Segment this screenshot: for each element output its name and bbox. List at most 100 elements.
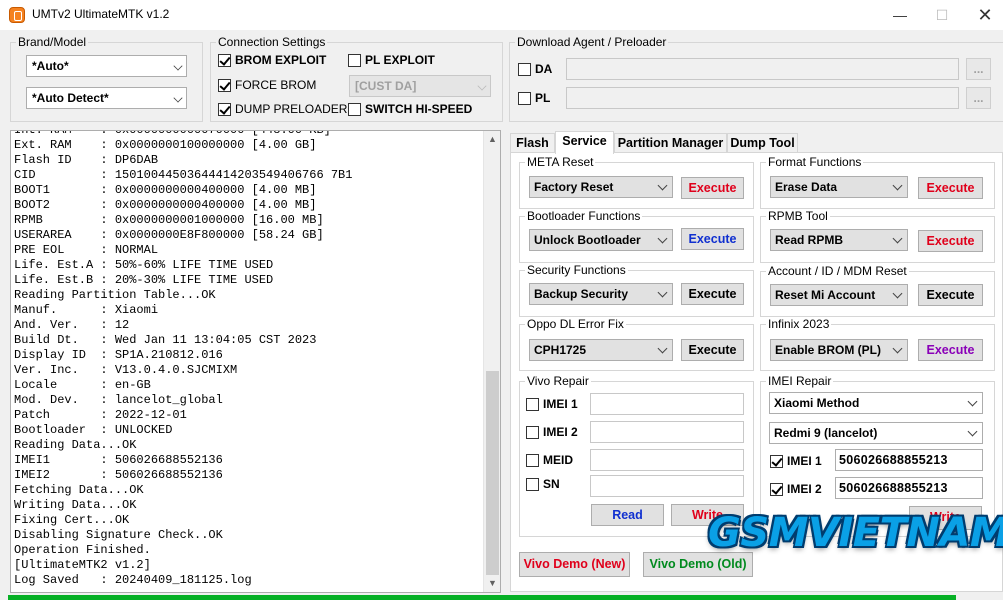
title-bar: UMTv2 UltimateMTK v1.2 — ☐ ✕ [0,0,1003,30]
imei1-input[interactable]: 506026688855213 [835,449,983,471]
chevron-down-icon [967,396,978,407]
maximize-button[interactable]: ☐ [920,0,964,30]
log-line: RPMB : 0x0000000001000000 [16.00 MB] [14,213,324,227]
log-line: Log Saved : 20240409_181125.log [14,573,252,587]
vivo-imei1-checkbox[interactable]: IMEI 1 [526,397,578,411]
log-line: Life. Est.B : 20%-30% LIFE TIME USED [14,273,274,287]
scroll-thumb[interactable] [486,371,499,575]
imei1-checkbox[interactable]: IMEI 1 [770,454,822,468]
rpmb-tool-select[interactable]: Read RPMB [770,229,908,251]
bootloader-execute-button[interactable]: Execute [681,228,744,250]
log-scrollbar[interactable]: ▲ ▼ [483,131,500,592]
vivo-demo-new-button[interactable]: Vivo Demo (New) [519,552,630,577]
vivo-imei1-label: IMEI 1 [543,397,578,411]
chevron-down-icon [173,93,183,103]
oppo-dl-execute-button[interactable]: Execute [681,339,744,361]
checkbox-box [518,62,531,76]
da-browse-button[interactable]: ... [966,58,991,80]
oppo-dl-title: Oppo DL Error Fix [525,317,626,331]
scroll-up-icon[interactable]: ▲ [484,131,500,148]
vivo-imei2-input[interactable] [590,421,744,443]
connection-settings-title: Connection Settings [216,35,328,49]
log-output[interactable]: Int. RAM : 0x0000000000070000 [448.00 KB… [10,130,501,593]
chevron-down-icon [967,426,978,437]
account-reset-select[interactable]: Reset Mi Account [770,284,908,306]
account-reset-execute-button[interactable]: Execute [918,284,983,306]
checkbox-box [770,454,783,468]
progress-bar [8,595,956,600]
imei-model-value: Redmi 9 (lancelot) [774,426,878,440]
minimize-button[interactable]: — [878,0,922,30]
log-line: Bootloader : UNLOCKED [14,423,173,437]
pl-path-field[interactable] [566,87,959,109]
bootloader-functions-select[interactable]: Unlock Bootloader [529,229,673,251]
vivo-imei1-input[interactable] [590,393,744,415]
da-label: DA [535,62,553,76]
pl-checkbox[interactable]: PL [518,91,550,105]
checkbox-box [526,477,539,491]
brand-select-value: *Auto* [32,59,69,73]
infinix-execute-button[interactable]: Execute [918,339,983,361]
log-text: Int. RAM : 0x0000000000070000 [448.00 KB… [14,130,352,588]
log-line: Writing Data...OK [14,498,137,512]
imei2-input[interactable]: 506026688855213 [835,477,983,499]
vivo-imei2-checkbox[interactable]: IMEI 2 [526,425,578,439]
vivo-meid-checkbox[interactable]: MEID [526,453,573,467]
imei-method-select[interactable]: Xiaomi Method [769,392,983,414]
tab-dump-tool[interactable]: Dump Tool [727,133,798,153]
vivo-sn-checkbox[interactable]: SN [526,477,560,491]
log-line: Int. RAM : 0x0000000000070000 [448.00 KB… [14,130,331,137]
rpmb-tool-title: RPMB Tool [766,209,830,223]
infinix-title: Infinix 2023 [766,317,832,331]
da-checkbox[interactable]: DA [518,62,552,76]
pl-label: PL [535,91,551,105]
log-line: [UltimateMTK2 v1.2] [14,558,151,572]
pl-exploit-checkbox[interactable]: PL EXPLOIT [348,53,435,67]
close-button[interactable]: ✕ [963,0,1003,30]
security-functions-select[interactable]: Backup Security [529,283,673,305]
dump-preloader-checkbox[interactable]: DUMP PRELOADER [218,102,347,116]
chevron-down-icon [657,180,668,191]
meta-reset-execute-button[interactable]: Execute [681,177,744,199]
switch-hispeed-label: SWITCH HI-SPEED [365,102,473,116]
chevron-down-icon [657,233,668,244]
model-select[interactable]: *Auto Detect* [26,87,187,109]
scroll-down-icon[interactable]: ▼ [484,575,500,592]
checkbox-box [526,453,539,467]
log-line: Flash ID : DP6DAB [14,153,159,167]
vivo-sn-input[interactable] [590,475,744,497]
switch-hispeed-checkbox[interactable]: SWITCH HI-SPEED [348,102,472,116]
format-functions-select[interactable]: Erase Data [770,176,908,198]
oppo-dl-select[interactable]: CPH1725 [529,339,673,361]
log-line: IMEI1 : 506026688552136 [14,453,223,467]
format-functions-execute-button[interactable]: Execute [918,177,983,199]
rpmb-tool-value: Read RPMB [775,233,844,247]
imei-model-select[interactable]: Redmi 9 (lancelot) [769,422,983,444]
da-path-field[interactable] [566,58,959,80]
imei2-checkbox[interactable]: IMEI 2 [770,482,822,496]
pl-browse-button[interactable]: ... [966,87,991,109]
security-execute-button[interactable]: Execute [681,283,744,305]
infinix-select[interactable]: Enable BROM (PL) [770,339,908,361]
meta-reset-value: Factory Reset [534,180,614,194]
checkbox-box [348,53,361,67]
brand-select[interactable]: *Auto* [26,55,187,77]
infinix-value: Enable BROM (PL) [775,343,882,357]
meta-reset-select[interactable]: Factory Reset [529,176,673,198]
force-brom-checkbox[interactable]: FORCE BROM [218,78,316,92]
vivo-meid-input[interactable] [590,449,744,471]
brom-exploit-checkbox[interactable]: BROM EXPLOIT [218,53,326,67]
tab-service[interactable]: Service [555,131,614,154]
force-brom-label: FORCE BROM [235,78,317,92]
meta-reset-title: META Reset [525,155,596,169]
chevron-down-icon [477,81,487,91]
vivo-sn-label: SN [543,477,560,491]
rpmb-execute-button[interactable]: Execute [918,230,983,252]
tab-partition-manager[interactable]: Partition Manager [614,133,727,153]
brom-exploit-label: BROM EXPLOIT [235,53,327,67]
vivo-read-button[interactable]: Read [591,504,664,526]
security-functions-title: Security Functions [525,263,628,277]
tab-flash[interactable]: Flash [510,133,555,153]
download-agent-title: Download Agent / Preloader [515,35,669,49]
brand-model-group: Brand/Model [10,35,203,122]
